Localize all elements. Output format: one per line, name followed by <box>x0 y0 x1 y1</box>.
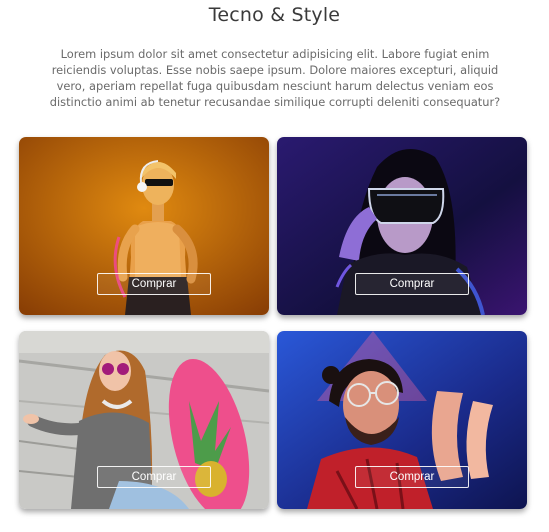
buy-button-2[interactable]: Comprar <box>355 273 469 295</box>
product-card-2: Comprar <box>277 137 527 315</box>
page: Tecno & Style Lorem ipsum dolor sit amet… <box>0 0 549 532</box>
product-card-3: Comprar <box>19 331 269 509</box>
buy-button-1[interactable]: Comprar <box>97 273 211 295</box>
product-card-4: Comprar <box>277 331 527 509</box>
buy-button-4[interactable]: Comprar <box>355 466 469 488</box>
page-title: Tecno & Style <box>208 4 341 26</box>
buy-button-3[interactable]: Comprar <box>97 466 211 488</box>
intro-paragraph: Lorem ipsum dolor sit amet consectetur a… <box>49 47 501 109</box>
product-card-1: Comprar <box>19 137 269 315</box>
